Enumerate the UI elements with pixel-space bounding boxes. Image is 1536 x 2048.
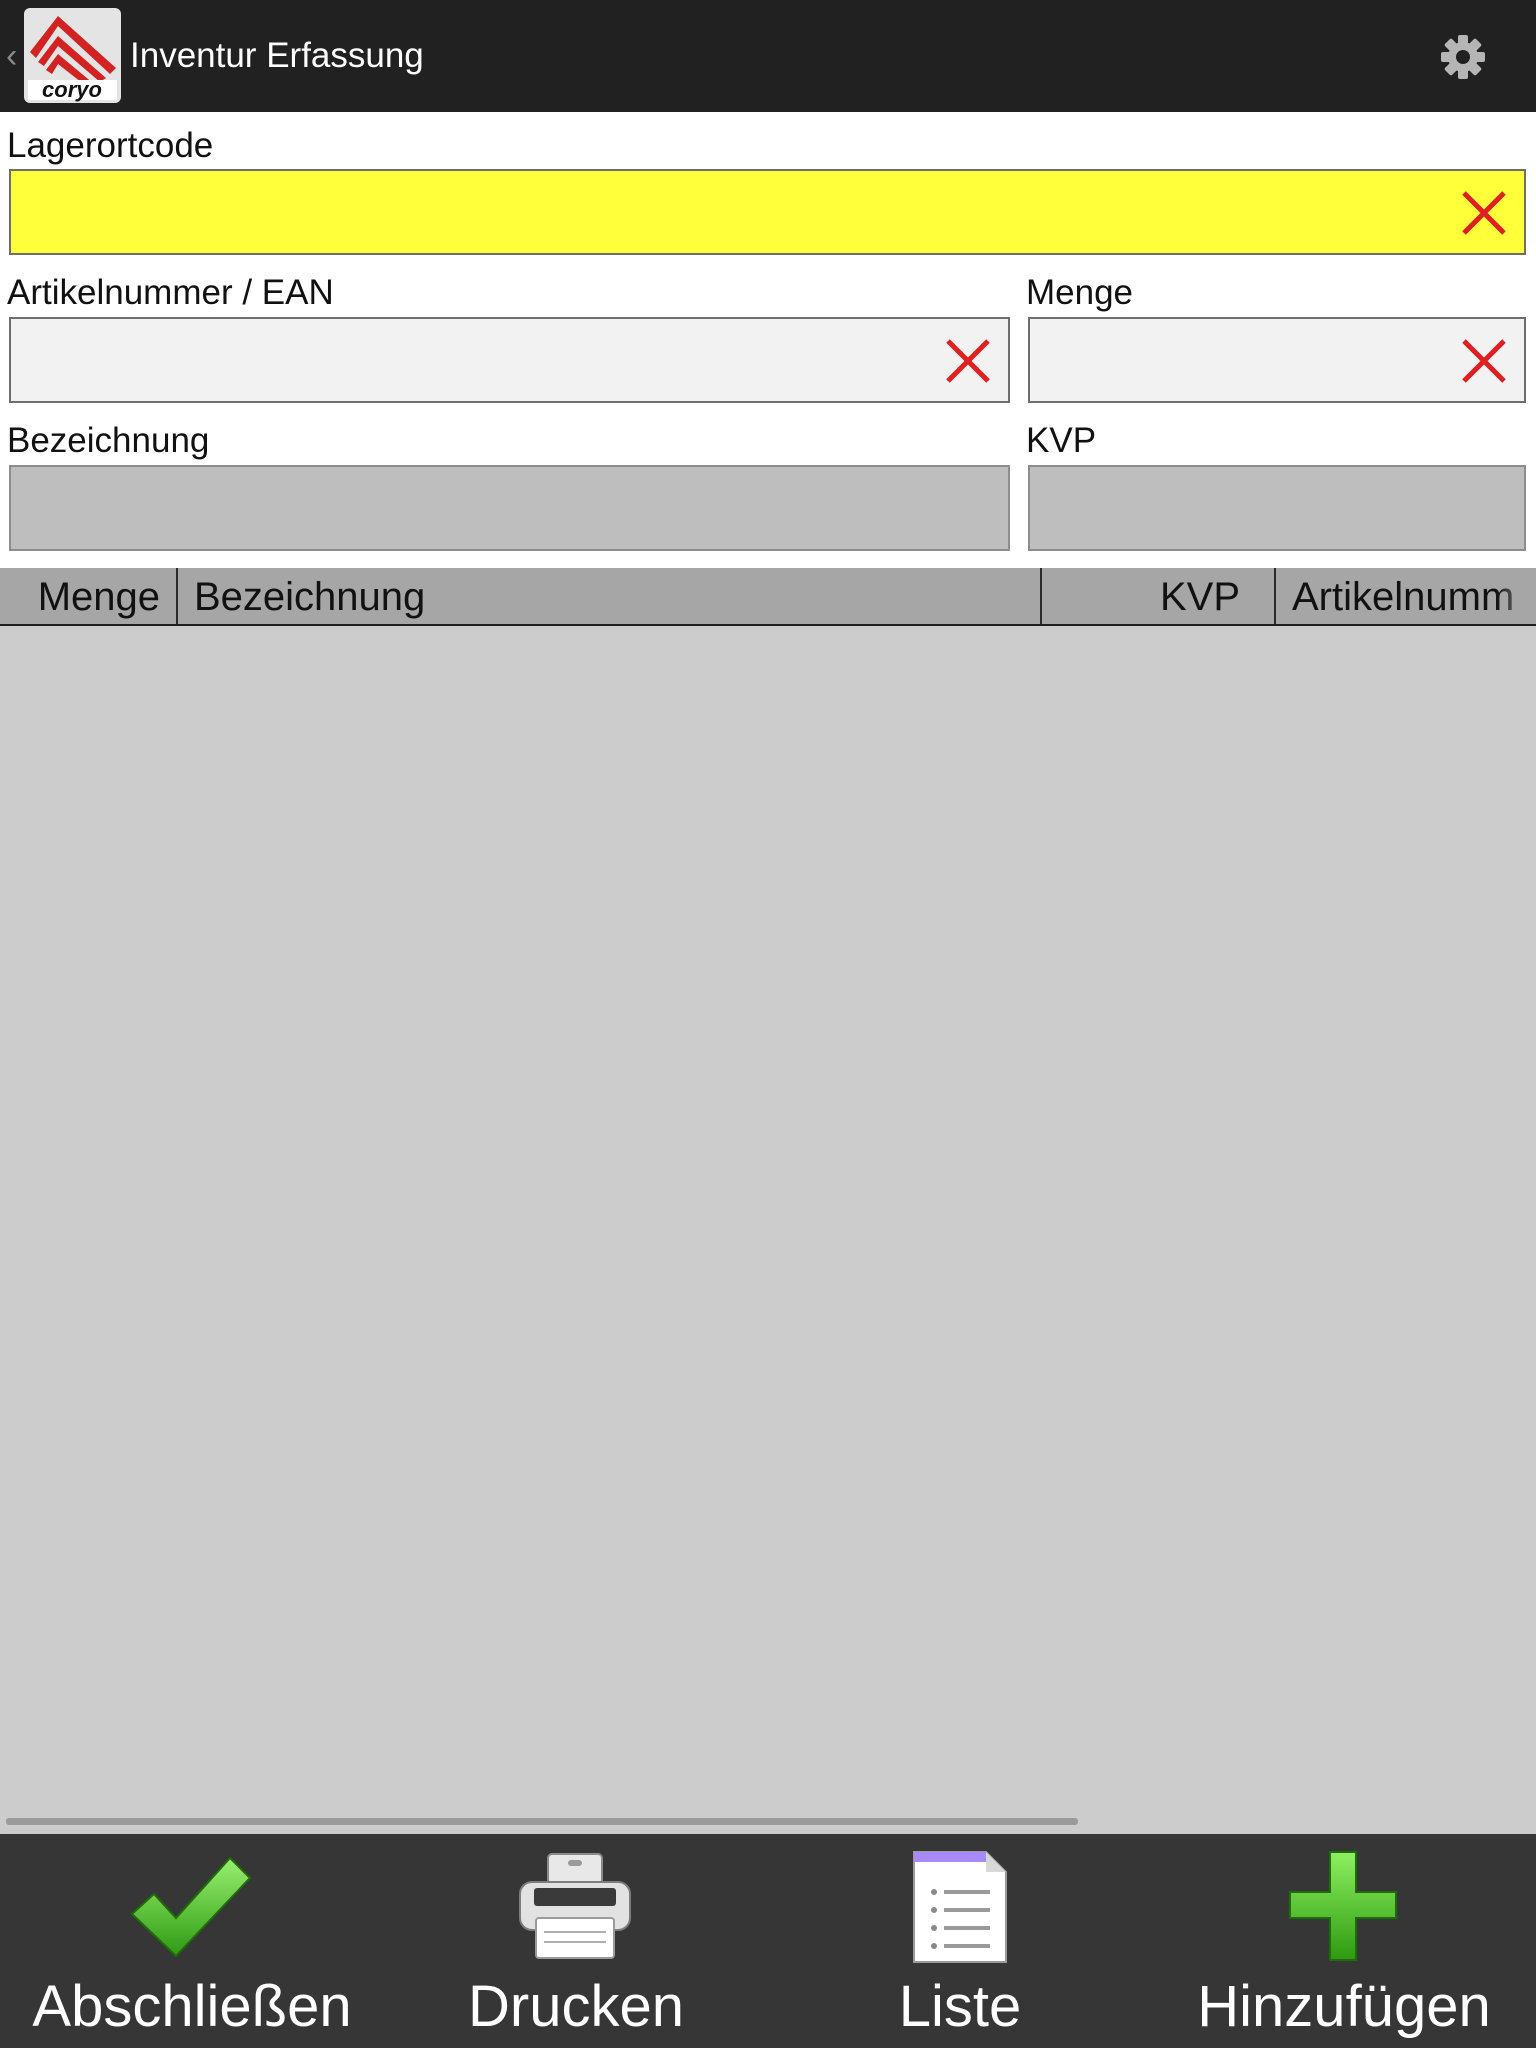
inventory-list[interactable]: [0, 626, 1536, 1834]
printer-icon: [519, 1853, 631, 1959]
clear-x-icon[interactable]: [942, 335, 994, 387]
app-logo-icon[interactable]: coryo: [24, 8, 121, 103]
checkmark-icon: [130, 1856, 252, 1958]
page-title: Inventur Erfassung: [130, 36, 424, 75]
column-divider: [1274, 568, 1276, 624]
lagerortcode-input[interactable]: [9, 169, 1526, 255]
clear-x-icon[interactable]: [1458, 335, 1510, 387]
horizontal-scrollbar[interactable]: [6, 1818, 1078, 1825]
bezeichnung-field: [9, 465, 1010, 551]
kvp-label: KVP: [1026, 421, 1097, 460]
abschliessen-label: Abschließen: [32, 1974, 352, 2039]
lagerortcode-label: Lagerortcode: [7, 126, 214, 165]
kvp-field: [1028, 465, 1526, 551]
liste-label: Liste: [898, 1974, 1022, 2039]
action-bar: ‹ coryo Inventur Erfassung: [0, 0, 1536, 112]
logo-text: coryo: [42, 77, 102, 102]
clear-x-icon[interactable]: [1458, 187, 1510, 239]
abschliessen-button[interactable]: Abschließen: [0, 1834, 384, 2048]
menge-label: Menge: [1026, 273, 1134, 312]
gear-icon[interactable]: [1436, 30, 1490, 84]
column-divider: [176, 568, 178, 624]
menge-input[interactable]: [1028, 317, 1526, 403]
drucken-button[interactable]: Drucken: [384, 1834, 768, 2048]
bezeichnung-label: Bezeichnung: [7, 421, 210, 460]
chevron-left-icon[interactable]: ‹: [6, 36, 17, 76]
hinzufuegen-label: Hinzufügen: [1197, 1974, 1491, 2039]
bottom-action-bar: Abschließen Drucken Liste Hinzufügen: [0, 1834, 1536, 2048]
artikelnummer-label: Artikelnummer / EAN: [7, 273, 334, 312]
artikelnummer-input[interactable]: [9, 317, 1010, 403]
column-header-bezeichnung[interactable]: Bezeichnung: [194, 568, 1034, 624]
column-header-menge[interactable]: Menge: [0, 568, 176, 624]
column-header-kvp[interactable]: KVP: [1042, 568, 1256, 624]
document-list-icon: [913, 1851, 1007, 1963]
table-header: Menge Bezeichnung KVP Artikelnumm: [0, 568, 1536, 626]
plus-icon: [1289, 1851, 1397, 1961]
liste-button[interactable]: Liste: [768, 1834, 1152, 2048]
drucken-label: Drucken: [468, 1974, 684, 2039]
hinzufuegen-button[interactable]: Hinzufügen: [1152, 1834, 1536, 2048]
